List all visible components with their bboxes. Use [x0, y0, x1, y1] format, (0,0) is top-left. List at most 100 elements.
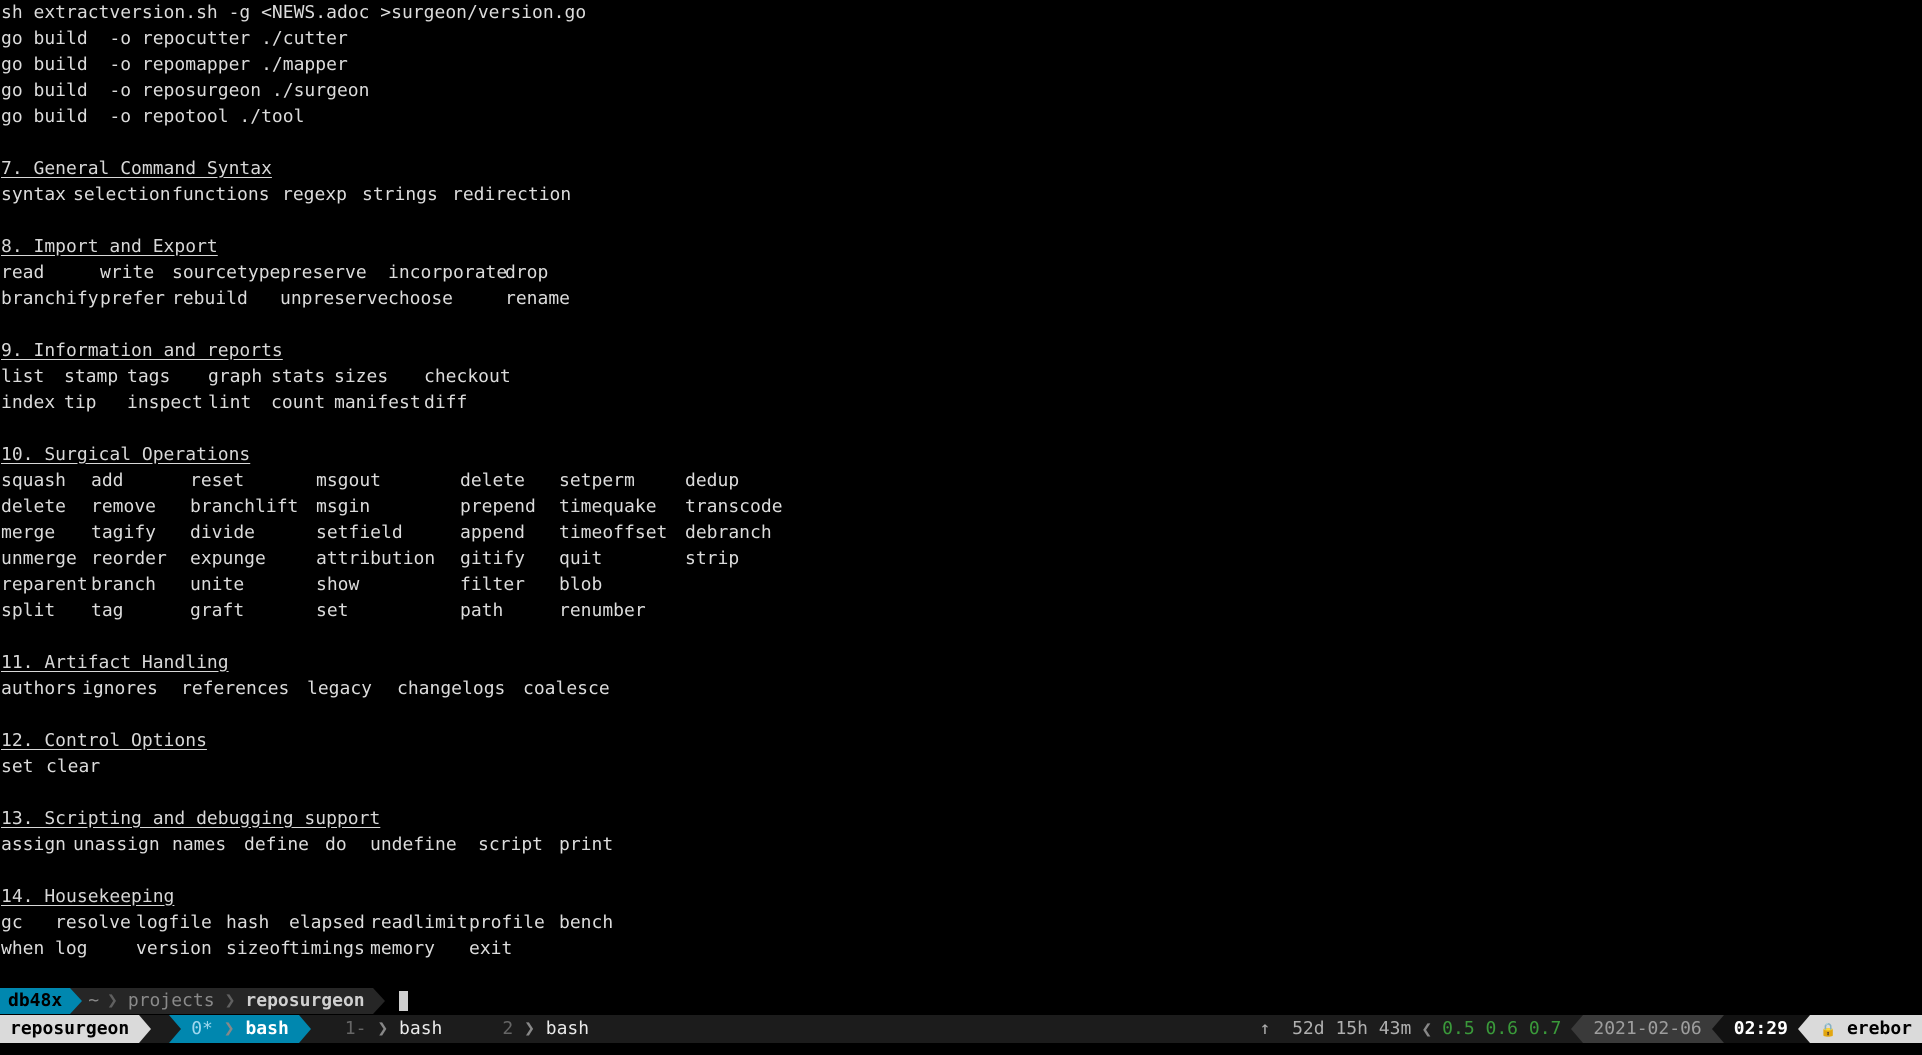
- command-name: define: [244, 834, 310, 855]
- command-name: coalesce: [523, 678, 610, 699]
- command-name: hash: [226, 912, 270, 933]
- command-name: [685, 598, 795, 624]
- command-name: tagify: [91, 522, 157, 543]
- section-heading: 10. Surgical Operations: [1, 444, 251, 465]
- section-heading: 11. Artifact Handling: [1, 652, 229, 673]
- command-name: count: [271, 392, 326, 413]
- command-name: profile: [469, 912, 545, 933]
- window-tab-0[interactable]: 0* ❯ bash: [181, 1015, 299, 1043]
- command-name: readlimit: [370, 912, 468, 933]
- command-name: sizes: [334, 366, 389, 387]
- command-name: index: [1, 392, 56, 413]
- command-name: branchify: [1, 288, 99, 309]
- command-name: syntax: [1, 184, 67, 205]
- shell-prompt[interactable]: db48x ~ ❯ projects ❯ reposurgeon: [0, 988, 408, 1014]
- build-line: go build -o reposurgeon ./surgeon: [1, 80, 370, 101]
- command-name: strings: [362, 184, 438, 205]
- build-line: sh extractversion.sh -g <NEWS.adoc >surg…: [1, 2, 587, 23]
- command-name: dedup: [685, 470, 740, 491]
- command-name: do: [325, 834, 347, 855]
- command-name: unmerge: [1, 548, 77, 569]
- command-name: timings: [289, 938, 365, 959]
- command-name: remove: [91, 496, 157, 517]
- command-name: graph: [208, 366, 263, 387]
- command-name: prepend: [460, 496, 536, 517]
- build-line: go build -o repomapper ./mapper: [1, 54, 348, 75]
- powerline-arrow-icon: [1571, 1015, 1584, 1043]
- command-name: quit: [559, 548, 603, 569]
- command-name: version: [136, 938, 212, 959]
- command-name: graft: [190, 600, 245, 621]
- chevron-left-icon: ❮: [1421, 1018, 1433, 1040]
- help-sections: 7. General Command Syntax syntax selection…: [1, 130, 1919, 962]
- prompt-host: db48x: [0, 988, 71, 1014]
- command-name: gc: [1, 912, 23, 933]
- command-list: read write sourcetype preserve incorporate dr…: [1, 260, 1919, 312]
- command-name: prefer: [100, 288, 166, 309]
- prompt-home: ~: [82, 988, 106, 1014]
- status-hostname: 🔒 erebor: [1809, 1015, 1922, 1043]
- command-name: append: [460, 522, 526, 543]
- command-name: sourcetype: [172, 262, 281, 283]
- command-name: msgout: [316, 470, 382, 491]
- command-name: path: [460, 600, 504, 621]
- command-name: [685, 572, 795, 598]
- command-name: print: [559, 834, 614, 855]
- command-name: debranch: [685, 522, 772, 543]
- command-name: exit: [469, 938, 513, 959]
- command-name: merge: [1, 522, 56, 543]
- command-name: split: [1, 600, 56, 621]
- uptime-display: ↑ 52d 15h 43m: [1259, 1018, 1412, 1039]
- command-name: checkout: [424, 366, 511, 387]
- command-list: list stamp tags graph stats sizes checkout inde…: [1, 364, 1919, 416]
- command-name: unassign: [73, 834, 160, 855]
- command-name: bench: [559, 912, 614, 933]
- session-name[interactable]: reposurgeon: [0, 1015, 140, 1043]
- command-name: squash: [1, 470, 67, 491]
- command-name: reparent: [1, 574, 88, 595]
- powerline-arrow-icon: [70, 988, 83, 1014]
- command-name: preserve: [280, 262, 367, 283]
- window-tab-2[interactable]: 2 ❯ bash: [492, 1015, 599, 1043]
- command-name: names: [172, 834, 227, 855]
- text-cursor[interactable]: [398, 991, 408, 1011]
- command-list: authors ignores references legacy changelogs…: [1, 676, 1919, 702]
- command-name: inspect: [127, 392, 203, 413]
- command-name: regexp: [282, 184, 348, 205]
- command-name: ignores: [82, 678, 158, 699]
- command-name: msgin: [316, 496, 371, 517]
- section-heading: 7. General Command Syntax: [1, 158, 272, 179]
- command-name: rename: [505, 288, 571, 309]
- command-list: syntax selection functions regexp strings red…: [1, 182, 1919, 208]
- powerline-arrow-icon: [298, 1015, 311, 1043]
- command-name: delete: [1, 496, 67, 517]
- prompt-path-current: reposurgeon: [237, 988, 373, 1014]
- command-list: assign unassign names define do undefine scrip…: [1, 832, 1919, 858]
- build-output: sh extractversion.sh -g <NEWS.adoc >surg…: [1, 0, 1919, 130]
- command-name: clear: [46, 756, 101, 777]
- command-name: branch: [91, 574, 157, 595]
- command-name: unite: [190, 574, 245, 595]
- arrow-up-icon: ↑: [1259, 1018, 1271, 1039]
- tmux-status-bar: reposurgeon 0* ❯ bash 1- ❯ bash 2 ❯ bash…: [0, 1015, 1922, 1043]
- command-name: branchlift: [190, 496, 299, 517]
- command-name: timequake: [559, 496, 657, 517]
- section-heading: 14. Housekeeping: [1, 886, 175, 907]
- command-name: memory: [370, 938, 436, 959]
- command-name: legacy: [307, 678, 373, 699]
- powerline-arrow-icon: [1711, 1015, 1724, 1043]
- command-name: set: [1, 756, 34, 777]
- command-name: show: [316, 574, 360, 595]
- command-name: functions: [172, 184, 270, 205]
- window-tab-1[interactable]: 1- ❯ bash: [335, 1015, 453, 1043]
- command-name: setperm: [559, 470, 635, 491]
- command-name: renumber: [559, 600, 646, 621]
- command-name: strip: [685, 548, 740, 569]
- command-name: delete: [460, 470, 526, 491]
- command-name: choose: [388, 288, 454, 309]
- command-name: transcode: [685, 496, 783, 517]
- command-name: authors: [1, 678, 77, 699]
- command-name: logfile: [136, 912, 212, 933]
- status-date: 2021-02-06: [1583, 1015, 1712, 1043]
- section-heading: 12. Control Options: [1, 730, 207, 751]
